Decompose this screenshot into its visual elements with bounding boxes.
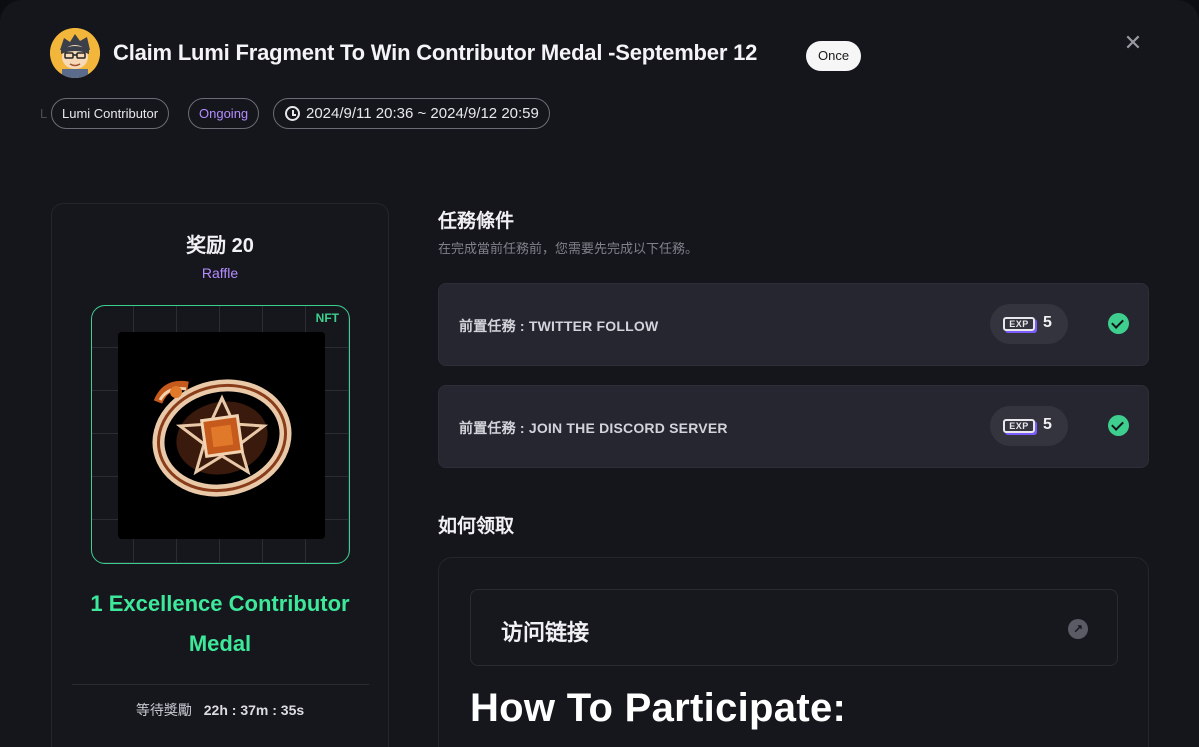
close-button[interactable]: ✕	[1120, 30, 1146, 56]
how-to-claim-panel: 访问链接 ↗ How To Participate:	[438, 557, 1149, 747]
external-link-icon[interactable]: ↗	[1068, 619, 1088, 639]
check-circle-icon	[1108, 313, 1129, 334]
ghost-label: L	[40, 106, 48, 121]
time-range-tag: 2024/9/11 20:36 ~ 2024/9/12 20:59	[273, 98, 550, 129]
requirements-title: 任務條件	[438, 211, 515, 232]
exp-icon: EXP	[1003, 419, 1035, 433]
avatar-image	[50, 28, 100, 78]
nft-badge: NFT	[315, 311, 339, 325]
countdown-value: 22h : 37m : 35s	[203, 702, 305, 718]
visit-link-label: 访问链接	[501, 620, 590, 645]
medal-icon	[118, 332, 325, 539]
quest-modal: Claim Lumi Fragment To Win Contributor M…	[0, 0, 1199, 747]
how-to-claim-title: 如何领取	[438, 516, 515, 537]
exp-icon: EXP	[1003, 317, 1035, 331]
countdown-label: 等待獎勵	[135, 702, 192, 718]
visit-link-button[interactable]: 访问链接 ↗	[470, 589, 1118, 666]
how-to-participate-heading: How To Participate:	[470, 686, 847, 730]
quest-title: Claim Lumi Fragment To Win Contributor M…	[113, 40, 758, 65]
task-item-discord[interactable]: 前置任務 : JOIN THE DISCORD SERVER EXP 5	[438, 385, 1149, 468]
time-range-text: 2024/9/11 20:36 ~ 2024/9/12 20:59	[306, 105, 539, 122]
exp-value: 5	[1043, 416, 1052, 433]
frequency-badge: Once	[806, 41, 862, 71]
task-label: 前置任務 : TWITTER FOLLOW	[459, 318, 659, 334]
divider	[72, 684, 369, 685]
avatar	[50, 28, 100, 78]
countdown: 等待獎勵 22h : 37m : 35s	[52, 700, 388, 720]
requirements-subtitle: 在完成當前任務前，您需要先完成以下任務。	[438, 241, 699, 256]
exp-pill: EXP 5	[990, 406, 1068, 446]
check-circle-icon	[1108, 415, 1129, 436]
medal-image	[118, 332, 325, 539]
exp-pill: EXP 5	[990, 304, 1068, 344]
nft-frame: NFT	[91, 305, 350, 564]
close-icon[interactable]: ✕	[1124, 30, 1142, 55]
task-label: 前置任務 : JOIN THE DISCORD SERVER	[459, 420, 728, 436]
exp-value: 5	[1043, 314, 1052, 331]
category-tag[interactable]: Lumi Contributor	[51, 98, 170, 129]
reward-name: 1 Excellence Contributor Medal	[90, 591, 350, 656]
reward-type: Raffle	[201, 265, 239, 281]
clock-icon	[285, 106, 300, 121]
reward-title: 奖励 20	[186, 235, 254, 257]
status-tag: Ongoing	[188, 98, 260, 129]
reward-card: 奖励 20 Raffle NFT 1 Excellence Contributo…	[51, 203, 389, 747]
task-item-twitter[interactable]: 前置任務 : TWITTER FOLLOW EXP 5	[438, 283, 1149, 366]
